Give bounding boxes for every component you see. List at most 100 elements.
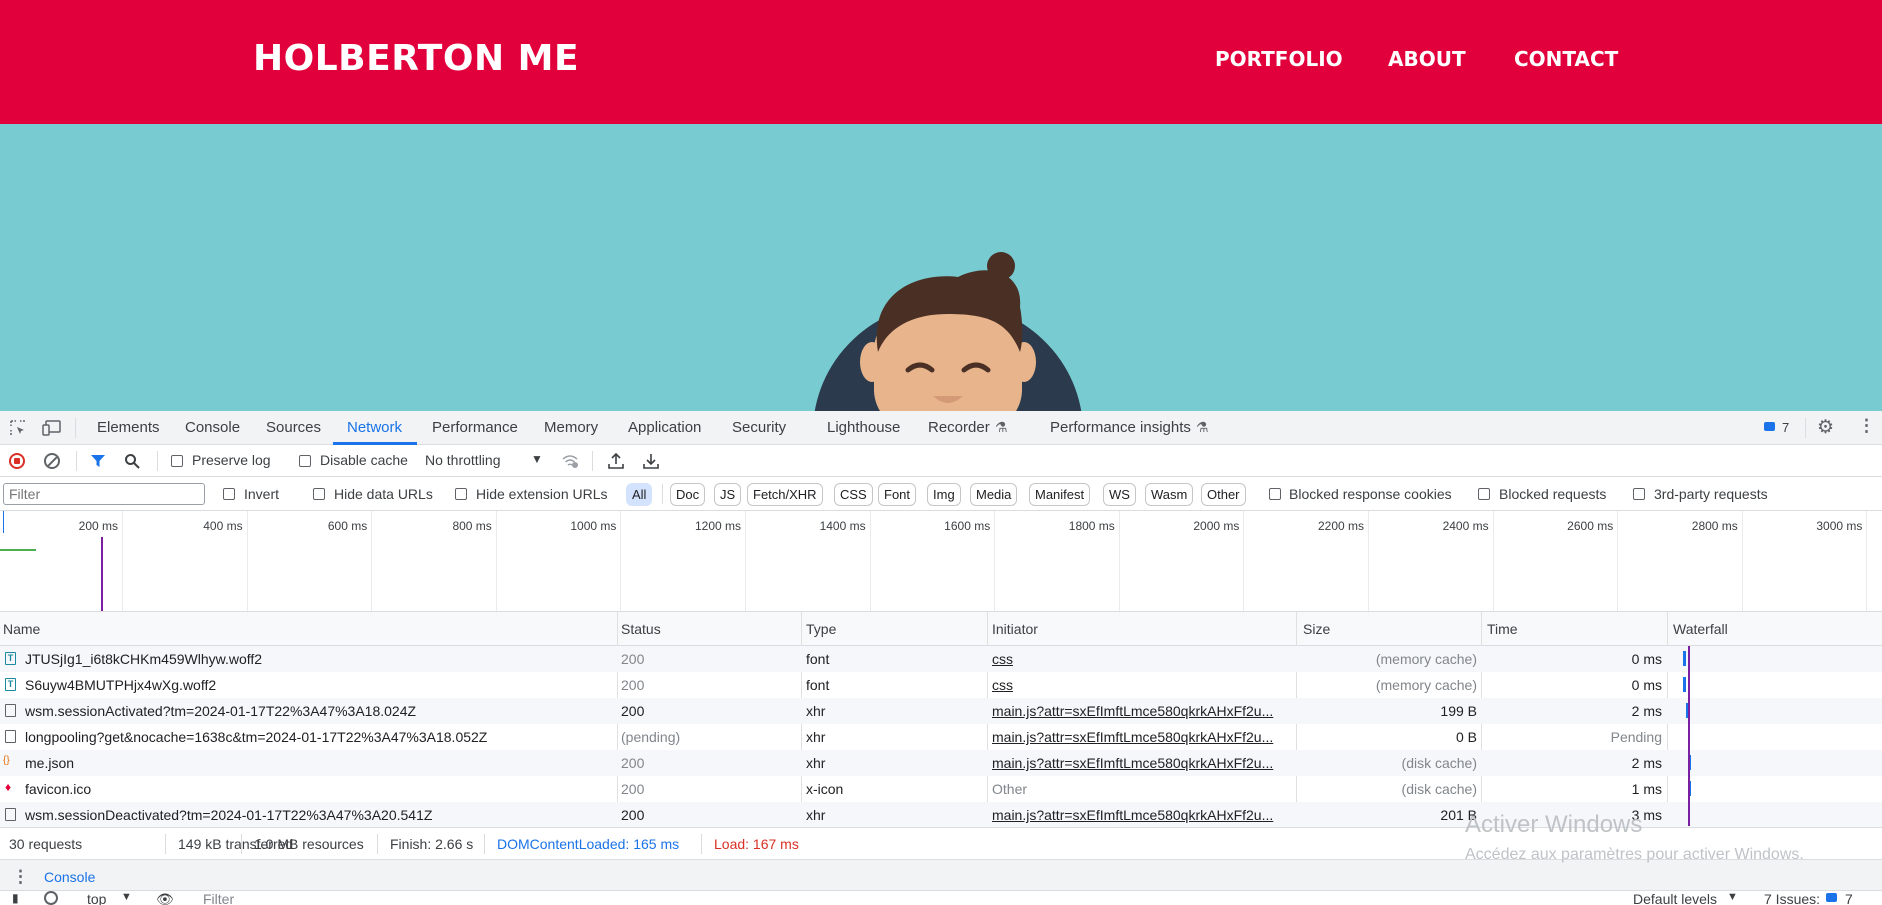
column-size[interactable]: Size — [1303, 621, 1330, 637]
table-row[interactable]: T S6uyw4BMUTPHjx4wXg.woff2 200 font css (memo… — [0, 672, 1882, 698]
drawer-tab-console[interactable]: Console — [44, 869, 95, 885]
overview-start-handle[interactable] — [3, 511, 4, 533]
log-levels-dropdown-icon[interactable]: ▼ — [1727, 891, 1738, 903]
console-issues-link[interactable]: 7 Issues: — [1764, 891, 1820, 905]
filter-input[interactable] — [3, 483, 205, 505]
type-filter-css[interactable]: CSS — [834, 483, 873, 506]
tab-elements[interactable]: Elements — [97, 419, 160, 436]
tab-performance[interactable]: Performance — [432, 419, 518, 436]
tab-network[interactable]: Network — [347, 419, 402, 436]
column-time[interactable]: Time — [1487, 621, 1518, 637]
experiment-flask-icon: ⚗ — [1196, 419, 1209, 435]
export-har-icon[interactable] — [642, 452, 660, 470]
search-icon[interactable] — [124, 453, 140, 469]
request-initiator[interactable]: css — [992, 677, 1288, 693]
table-row[interactable]: wsm.sessionActivated?tm=2024-01-17T22%3A… — [0, 698, 1882, 724]
hide-extension-urls-checkbox[interactable] — [455, 488, 467, 500]
type-filter-other[interactable]: Other — [1201, 483, 1246, 506]
resources-size: 1.0 MB resources — [254, 836, 364, 852]
settings-gear-icon[interactable]: ⚙ — [1817, 416, 1834, 439]
request-type: font — [806, 651, 830, 667]
request-time: 2 ms — [1631, 703, 1662, 719]
tab-performance-insights[interactable]: Performance insights — [1050, 419, 1191, 436]
request-type: xhr — [806, 755, 826, 771]
table-row[interactable]: longpooling?get&nocache=1638c&tm=2024-01… — [0, 724, 1882, 750]
timeline-gridline — [994, 511, 996, 611]
divider — [241, 834, 242, 854]
type-filter-media[interactable]: Media — [970, 483, 1018, 506]
nav-about[interactable]: ABOUT — [1388, 47, 1466, 71]
type-filter-doc[interactable]: Doc — [670, 483, 706, 506]
table-row[interactable]: ♦ favicon.ico 200 x-icon Other (disk cache) 1 … — [0, 776, 1882, 802]
live-expression-eye-icon[interactable]: 👁 — [156, 891, 174, 905]
divider — [701, 834, 702, 854]
table-row[interactable]: T JTUSjIg1_i6t8kCHKm459Wlhyw.woff2 200 font… — [0, 646, 1882, 672]
site-brand[interactable]: HOLBERTON ME — [253, 38, 579, 79]
drawer-menu-icon[interactable]: ⋮ — [12, 867, 29, 887]
column-waterfall[interactable]: Waterfall — [1673, 621, 1728, 637]
nav-portfolio[interactable]: PORTFOLIO — [1215, 47, 1343, 71]
column-initiator[interactable]: Initiator — [992, 621, 1038, 637]
column-name[interactable]: Name — [3, 621, 40, 637]
table-row[interactable]: {} me.json 200 xhr main.js?attr=sxEfImftLmce… — [0, 750, 1882, 776]
type-filter-ws[interactable]: WS — [1103, 483, 1136, 506]
request-initiator[interactable]: css — [992, 651, 1288, 667]
third-party-requests-checkbox[interactable] — [1633, 488, 1645, 500]
timeline-gridline — [1866, 511, 1868, 611]
type-filter-all[interactable]: All — [626, 483, 653, 506]
tab-recorder[interactable]: Recorder — [928, 419, 990, 436]
nav-contact[interactable]: CONTACT — [1514, 47, 1618, 71]
issues-message-icon[interactable] — [1764, 422, 1775, 431]
tab-console[interactable]: Console — [185, 419, 240, 436]
import-har-icon[interactable] — [607, 452, 625, 470]
type-filter-wasm[interactable]: Wasm — [1145, 483, 1194, 506]
column-type[interactable]: Type — [806, 621, 836, 637]
tab-application[interactable]: Application — [628, 419, 701, 436]
request-size: (memory cache) — [1375, 651, 1477, 667]
type-filter-js[interactable]: JS — [714, 483, 742, 506]
context-dropdown-icon[interactable]: ▼ — [121, 891, 132, 903]
clear-icon[interactable] — [44, 453, 60, 469]
type-filter-manifest[interactable]: Manifest — [1029, 483, 1091, 506]
type-filter-img[interactable]: Img — [927, 483, 961, 506]
type-filter-font[interactable]: Font — [878, 483, 917, 506]
context-select[interactable]: top — [87, 891, 106, 905]
device-toolbar-icon[interactable] — [42, 419, 64, 437]
column-status[interactable]: Status — [621, 621, 661, 637]
log-levels-select[interactable]: Default levels — [1633, 891, 1717, 905]
request-initiator[interactable]: main.js?attr=sxEfImftLmce580qkrkAHxFf2u.… — [992, 729, 1288, 745]
tab-security[interactable]: Security — [732, 419, 786, 436]
request-status: 200 — [621, 703, 645, 719]
preserve-log-checkbox[interactable] — [171, 455, 183, 467]
request-initiator[interactable]: main.js?attr=sxEfImftLmce580qkrkAHxFf2u.… — [992, 703, 1288, 719]
hide-data-urls-checkbox[interactable] — [313, 488, 325, 500]
issues-message-icon[interactable] — [1826, 893, 1837, 902]
request-time: 2 ms — [1631, 755, 1662, 771]
filter-funnel-icon[interactable] — [90, 453, 106, 469]
tab-memory[interactable]: Memory — [544, 419, 598, 436]
type-filter-fetch-xhr[interactable]: Fetch/XHR — [747, 483, 823, 506]
issues-count[interactable]: 7 — [1782, 420, 1789, 435]
more-options-icon[interactable]: ⋮ — [1858, 416, 1875, 436]
timeline-tick-label: 2000 ms — [1193, 519, 1240, 533]
tab-sources[interactable]: Sources — [266, 419, 321, 436]
blocked-requests-checkbox[interactable] — [1478, 488, 1490, 500]
network-conditions-icon[interactable] — [561, 453, 579, 469]
load-marker — [101, 537, 103, 611]
throttling-select[interactable]: No throttling — [425, 452, 500, 468]
stop-recording-icon[interactable] — [9, 453, 25, 469]
invert-checkbox[interactable] — [223, 488, 235, 500]
blocked-response-cookies-checkbox[interactable] — [1269, 488, 1281, 500]
inspect-element-icon[interactable] — [9, 419, 27, 437]
console-sidebar-icon[interactable]: ▮ — [12, 891, 19, 905]
console-filter-input[interactable]: Filter — [203, 891, 234, 905]
network-overview-timeline[interactable]: 200 ms 400 ms 600 ms 800 ms 1000 ms 1200 ms 14… — [0, 511, 1882, 612]
request-initiator[interactable]: main.js?attr=sxEfImftLmce580qkrkAHxFf2u.… — [992, 807, 1288, 823]
request-time: Pending — [1610, 729, 1662, 745]
dropdown-arrow-icon[interactable]: ▼ — [531, 452, 543, 466]
tab-lighthouse[interactable]: Lighthouse — [827, 419, 900, 436]
console-issues-count[interactable]: 7 — [1845, 891, 1853, 905]
request-initiator[interactable]: main.js?attr=sxEfImftLmce580qkrkAHxFf2u.… — [992, 755, 1288, 771]
disable-cache-checkbox[interactable] — [299, 455, 311, 467]
clear-console-icon[interactable] — [44, 891, 58, 905]
